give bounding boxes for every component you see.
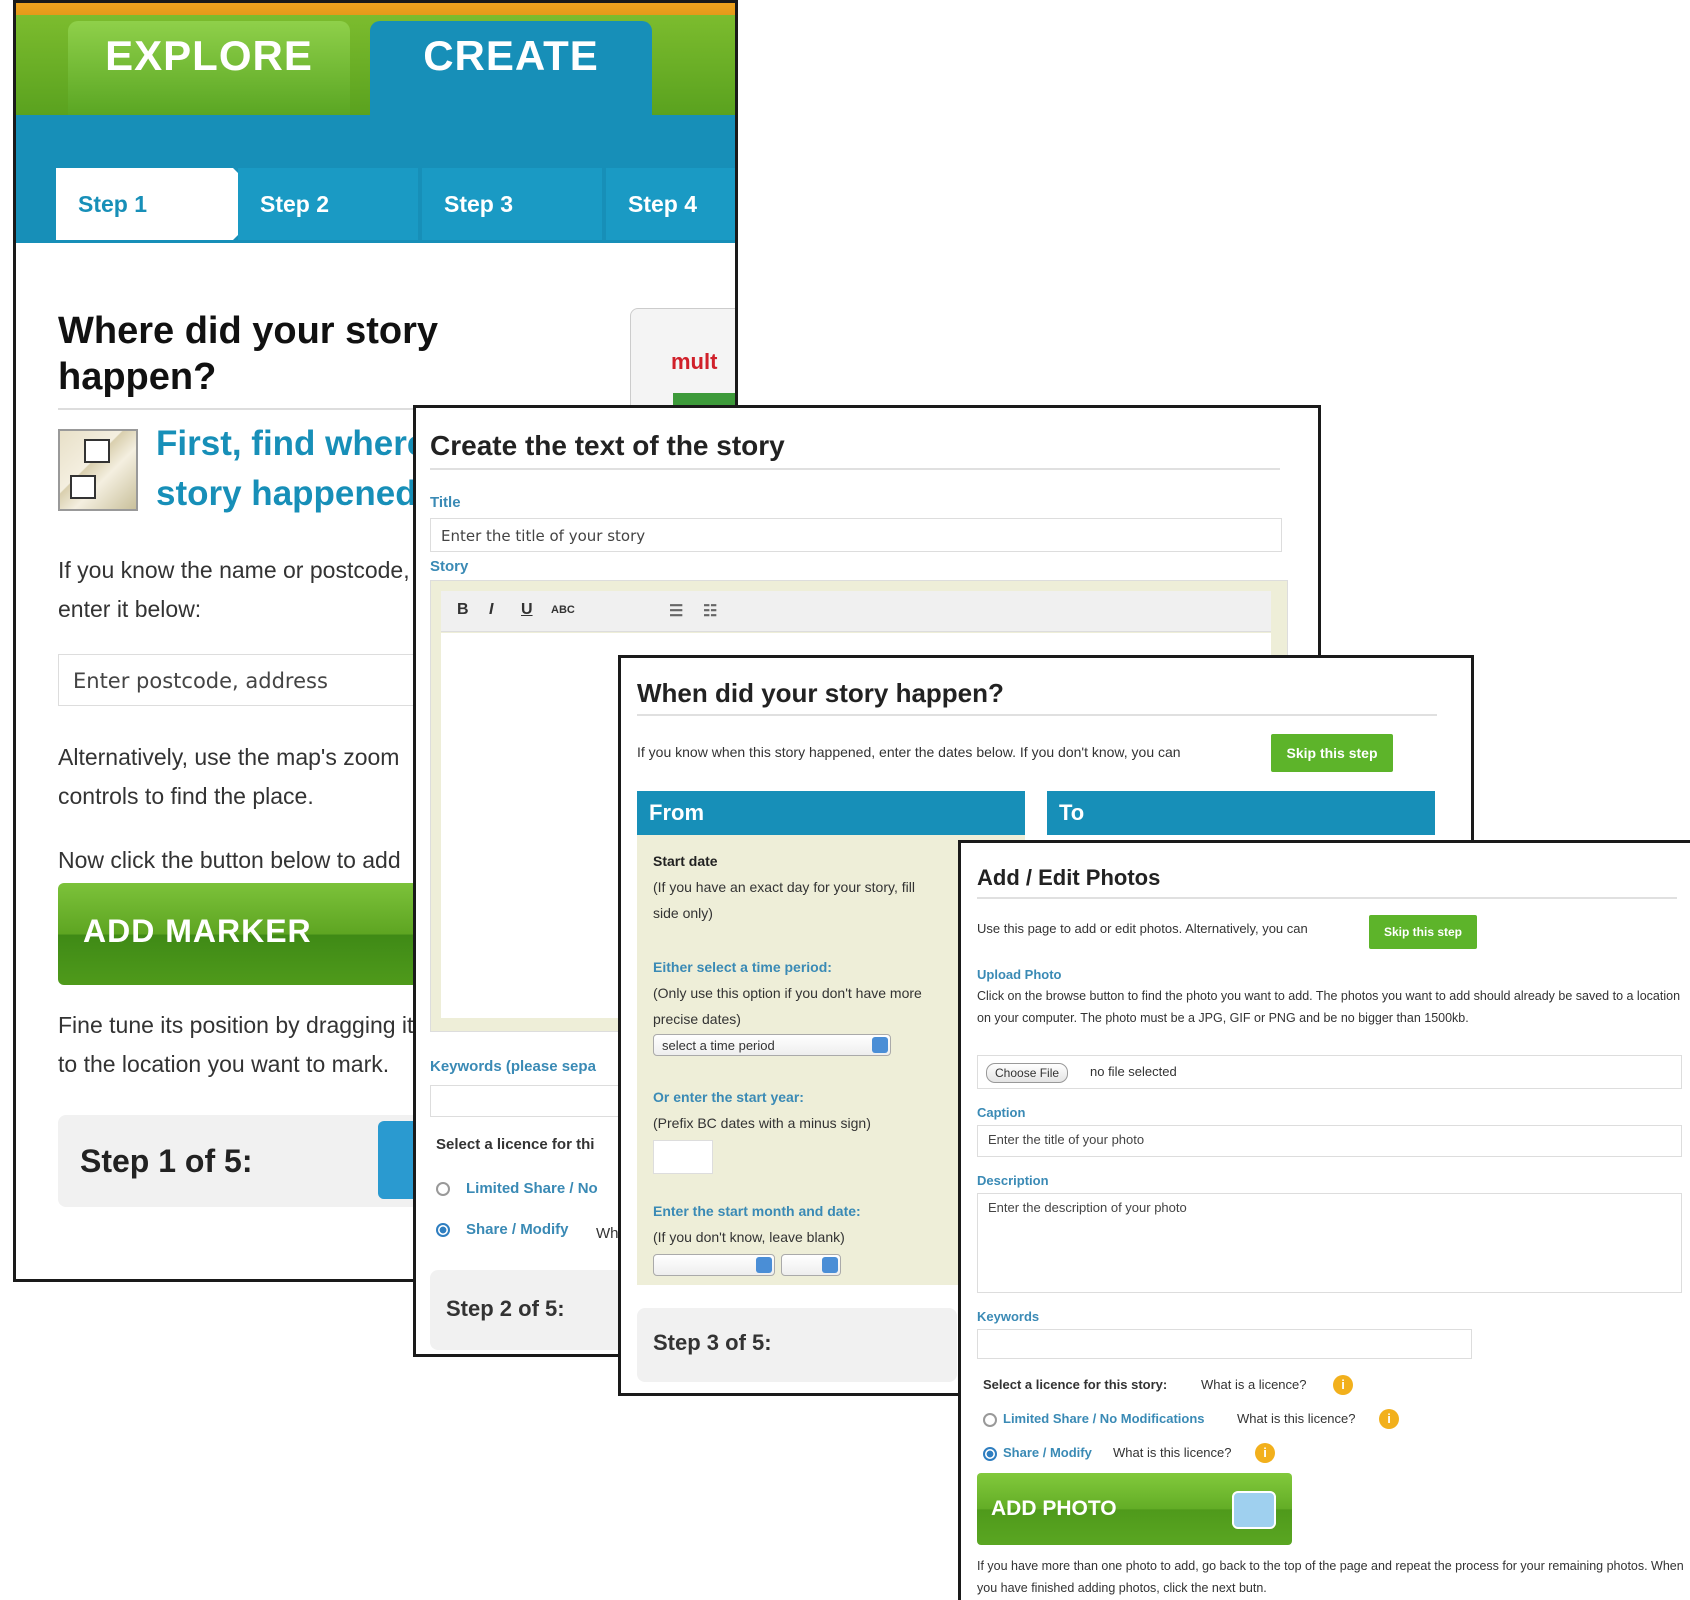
story-title-input[interactable]: Enter the title of your story: [430, 518, 1282, 552]
camera-icon: [1232, 1491, 1276, 1529]
caption-label: Caption: [977, 1105, 1026, 1120]
file-input[interactable]: Choose File no file selected: [977, 1055, 1682, 1089]
map-logo-text: mult: [671, 349, 718, 374]
page-title: Where did your story happen?: [58, 310, 439, 398]
licence-label: Select a licence for this story:: [983, 1377, 1168, 1392]
start-year-label: Or enter the start year:: [653, 1089, 804, 1105]
photos-intro: Use this page to add or edit photos. Alt…: [977, 921, 1308, 936]
info-icon[interactable]: i: [1379, 1409, 1399, 1429]
italic-button[interactable]: I: [489, 601, 493, 619]
choose-file-button[interactable]: Choose File: [986, 1063, 1069, 1083]
strikethrough-button[interactable]: ABC: [551, 604, 575, 616]
step-1-tab[interactable]: Step 1: [56, 168, 269, 240]
what-this-licence-link[interactable]: What is this licence?: [1113, 1445, 1232, 1460]
licence-limited-radio[interactable]: [983, 1413, 997, 1427]
tab-create[interactable]: CREATE: [370, 21, 652, 115]
when-intro: If you know when this story happened, en…: [637, 744, 1181, 760]
keywords-label: Keywords (please sepa: [430, 1058, 596, 1075]
when-title: When did your story happen?: [637, 678, 1004, 708]
licence-limited-label[interactable]: Limited Share / No: [466, 1180, 598, 1197]
divider: [637, 714, 1437, 716]
start-date-label: Start date: [653, 853, 718, 869]
time-period-label: Either select a time period:: [653, 959, 832, 975]
divider: [977, 897, 1677, 899]
divider: [430, 468, 1280, 470]
step-indicator-box: Step 1 of 5:: [58, 1115, 458, 1207]
select-arrow-icon: [756, 1257, 772, 1273]
time-period-select[interactable]: select a time period: [653, 1034, 891, 1056]
postcode-input[interactable]: Enter postcode, address: [58, 654, 438, 706]
underline-button[interactable]: U: [521, 601, 533, 619]
keywords-label: Keywords: [977, 1309, 1040, 1324]
numbered-list-icon[interactable]: ☷: [703, 601, 717, 621]
step-indicator: Step 3 of 5:: [653, 1330, 772, 1355]
step-indicator: Step 1 of 5:: [80, 1143, 253, 1179]
licence-share-radio[interactable]: [436, 1223, 450, 1237]
story-text-title: Create the text of the story: [430, 430, 785, 461]
upload-instructions: Click on the browse button to find the p…: [977, 989, 1681, 1025]
step-4-tab[interactable]: Step 4: [606, 168, 735, 240]
skip-step-button[interactable]: Skip this step: [1369, 915, 1477, 949]
from-header: From: [637, 791, 1025, 835]
drag-instructions: Fine tune its position by dragging it to…: [58, 1012, 414, 1077]
title-label: Title: [430, 494, 461, 511]
photos-footer-text: If you have more than one photo to add, …: [977, 1559, 1684, 1595]
start-month-select[interactable]: [653, 1254, 775, 1276]
keywords-input[interactable]: [977, 1329, 1472, 1359]
step-2-tab[interactable]: Step 2: [238, 168, 418, 240]
zoom-instructions: Alternatively, use the map's zoom contro…: [58, 744, 400, 809]
bullet-list-icon[interactable]: ☰: [669, 601, 683, 621]
postcode-instructions: If you know the name or postcode, enter …: [58, 557, 410, 622]
no-file-text: no file selected: [1090, 1064, 1177, 1079]
what-is-licence-link[interactable]: What is a licence?: [1201, 1377, 1307, 1392]
create-step4-panel: Add / Edit Photos Use this page to add o…: [958, 840, 1690, 1600]
step-3-tab[interactable]: Step 3: [422, 168, 602, 240]
time-period-select-value: select a time period: [662, 1038, 775, 1053]
start-date-hint-2: side only): [653, 905, 713, 921]
keywords-input[interactable]: [430, 1085, 630, 1117]
start-year-hint: (Prefix BC dates with a minus sign): [653, 1115, 871, 1131]
editor-toolbar: B I U ABC ☰ ☷: [441, 591, 1271, 632]
add-photo-label: ADD PHOTO: [991, 1497, 1117, 1520]
caption-input[interactable]: Enter the title of your photo: [977, 1125, 1682, 1157]
start-date-hint: (If you have an exact day for your story…: [653, 879, 915, 895]
bold-button[interactable]: B: [457, 601, 469, 619]
licence-share-radio[interactable]: [983, 1447, 997, 1461]
map-thumbnail[interactable]: mult: [630, 308, 735, 420]
description-label: Description: [977, 1173, 1049, 1188]
what-licence-link[interactable]: Wh: [596, 1225, 619, 1242]
licence-limited-label[interactable]: Limited Share / No Modifications: [1003, 1411, 1205, 1426]
map-marker-icon: [58, 429, 138, 511]
info-icon[interactable]: i: [1255, 1443, 1275, 1463]
time-period-hint-2: precise dates): [653, 1011, 741, 1027]
step-indicator: Step 2 of 5:: [446, 1296, 565, 1321]
step-indicator-box: Step 3 of 5:: [637, 1308, 957, 1382]
photos-title: Add / Edit Photos: [977, 865, 1161, 890]
to-header: To: [1047, 791, 1435, 835]
what-this-licence-link[interactable]: What is this licence?: [1237, 1411, 1356, 1426]
start-day-select[interactable]: [781, 1254, 841, 1276]
licence-label: Select a licence for thi: [436, 1136, 595, 1153]
licence-share-label[interactable]: Share / Modify: [1003, 1445, 1092, 1460]
month-date-label: Enter the start month and date:: [653, 1203, 861, 1219]
info-icon[interactable]: i: [1333, 1375, 1353, 1395]
licence-limited-radio[interactable]: [436, 1182, 450, 1196]
month-date-hint: (If you don't know, leave blank): [653, 1229, 845, 1245]
description-textarea[interactable]: Enter the description of your photo: [977, 1193, 1682, 1293]
select-arrow-icon: [872, 1037, 888, 1053]
tab-explore[interactable]: EXPLORE: [68, 21, 350, 115]
upload-photo-label: Upload Photo: [977, 967, 1062, 982]
licence-share-label[interactable]: Share / Modify: [466, 1221, 569, 1238]
add-photo-button[interactable]: ADD PHOTO: [977, 1473, 1292, 1545]
skip-step-button[interactable]: Skip this step: [1271, 734, 1393, 772]
story-label: Story: [430, 558, 469, 575]
select-arrow-icon: [822, 1257, 838, 1273]
time-period-hint: (Only use this option if you don't have …: [653, 985, 922, 1001]
step-navigation: Step 1 Step 2 Step 3 Step 4: [56, 168, 735, 240]
start-year-input[interactable]: [653, 1140, 713, 1174]
